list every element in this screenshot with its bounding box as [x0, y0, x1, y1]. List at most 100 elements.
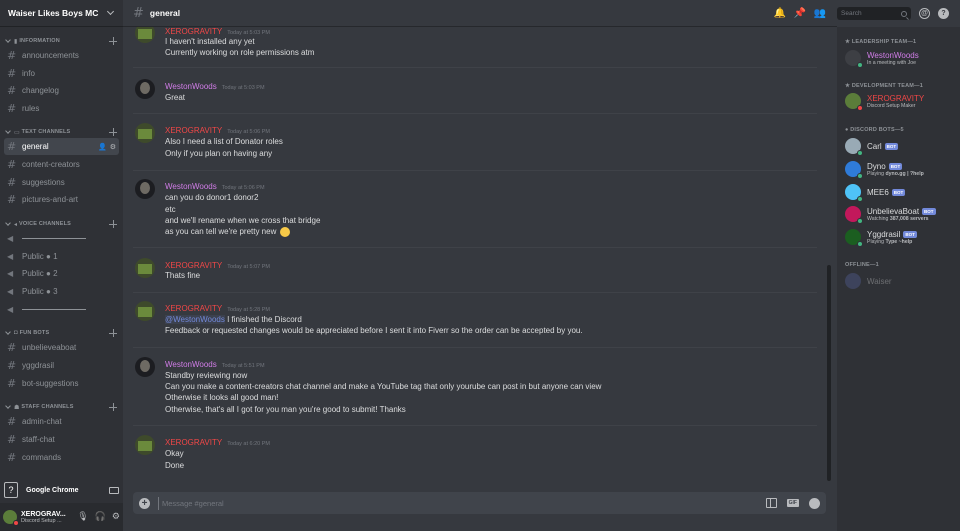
category-label: STAFF CHANNELS: [21, 404, 74, 410]
headphones-icon[interactable]: 🎧: [95, 512, 106, 522]
avatar[interactable]: [3, 510, 19, 526]
activity-label: Google Chrome: [26, 486, 79, 494]
avatar[interactable]: [135, 27, 155, 43]
channel-info[interactable]: # info: [4, 65, 119, 82]
add-channel-icon[interactable]: [109, 329, 117, 337]
upload-plus-icon[interactable]: +: [139, 497, 150, 509]
message-composer: + GIF: [133, 492, 826, 514]
microphone-icon[interactable]: 🎙: [77, 512, 88, 522]
channel-label: announcements: [22, 51, 79, 60]
author-name[interactable]: WestonWoods: [165, 360, 217, 369]
channel-general[interactable]: # general 👤 ⚙: [4, 138, 119, 155]
channel-yggdrasil[interactable]: # yggdrasil: [4, 357, 119, 374]
avatar[interactable]: [135, 357, 155, 377]
channel-changelog[interactable]: # changelog: [4, 82, 119, 99]
channel-label: info: [22, 69, 35, 78]
voice-channel-public-2[interactable]: ◀ Public ● 2: [4, 265, 119, 282]
member-name: XEROGRAVITY: [867, 93, 925, 103]
author-name[interactable]: XEROGRAVITY: [165, 438, 222, 447]
online-status-icon: [857, 196, 863, 202]
scrollbar-thumb[interactable]: [827, 265, 831, 481]
member-yggdrasil[interactable]: Yggdrasil BOT Playing Type ~help: [845, 227, 957, 247]
avatar[interactable]: [135, 123, 155, 143]
activity-prefix: Watching: [867, 215, 890, 222]
gif-button[interactable]: GIF: [786, 499, 799, 507]
screen-share-icon[interactable]: [109, 486, 119, 494]
category-voice-channels[interactable]: ◂ VOICE CHANNELS: [0, 217, 123, 231]
avatar[interactable]: [135, 79, 155, 99]
category-information[interactable]: ▮ INFORMATION: [0, 34, 123, 48]
chevron-down-icon[interactable]: [107, 9, 115, 17]
author-name[interactable]: XEROGRAVITY: [165, 261, 222, 270]
avatar[interactable]: [135, 435, 155, 455]
members-icon[interactable]: 👥: [814, 8, 826, 20]
channel-bot-suggestions[interactable]: # bot-suggestions: [4, 375, 119, 392]
server-header[interactable]: Waiser Likes Boys MC: [0, 0, 123, 27]
bell-icon[interactable]: 🔔: [774, 8, 786, 20]
member-westonwoods[interactable]: WestonWoods In a meeting with Joe: [845, 48, 957, 68]
gear-icon[interactable]: ⚙: [110, 143, 116, 151]
voice-channel-public-1[interactable]: ◀ Public ● 1: [4, 248, 119, 265]
user-mention[interactable]: @WestonWoods: [165, 315, 225, 324]
member-info: WestonWoods In a meeting with Joe: [867, 51, 919, 66]
search-icon: [901, 10, 907, 17]
category-staff-channels[interactable]: ☗ STAFF CHANNELS: [0, 400, 123, 414]
add-channel-icon[interactable]: [109, 403, 117, 411]
gift-icon[interactable]: [765, 498, 777, 508]
member-xerogravity[interactable]: XEROGRAVITY Discord Setup Maker: [845, 91, 957, 111]
author-name[interactable]: XEROGRAVITY: [165, 27, 222, 36]
gear-icon[interactable]: ⚙: [112, 512, 120, 522]
author-name[interactable]: WestonWoods: [165, 82, 217, 91]
invite-icon[interactable]: 👤: [98, 143, 107, 151]
message-scrollbar[interactable]: [826, 27, 832, 483]
channel-label: general: [22, 142, 49, 151]
emoji-picker-icon[interactable]: [809, 497, 820, 509]
author-name[interactable]: XEROGRAVITY: [165, 126, 222, 135]
voice-divider-top[interactable]: ◀: [4, 230, 119, 247]
help-icon[interactable]: ?: [938, 8, 949, 19]
channel-announcements[interactable]: # announcements: [4, 47, 119, 64]
message-line: Only if you plan on having any: [165, 149, 273, 158]
message-line: Can you make a content-creators chat cha…: [165, 382, 602, 391]
avatar: [845, 50, 863, 68]
member-waiser[interactable]: Waiser: [845, 271, 957, 291]
channel-admin-chat[interactable]: # admin-chat: [4, 413, 119, 430]
pin-icon[interactable]: 📌: [794, 8, 806, 20]
channel-unbelieveaboat[interactable]: # unbelieveaboat: [4, 339, 119, 356]
avatar[interactable]: [135, 179, 155, 199]
channel-content-creators[interactable]: # content-creators: [4, 156, 119, 173]
search-input[interactable]: Search: [837, 7, 911, 20]
avatar[interactable]: [135, 258, 155, 278]
add-channel-icon[interactable]: [109, 128, 117, 136]
activity-prefix: Playing: [867, 238, 886, 245]
add-channel-icon[interactable]: [109, 220, 117, 228]
member-mee6[interactable]: MEE6 BOT: [845, 182, 957, 202]
mentions-icon[interactable]: @: [919, 8, 930, 19]
channel-commands[interactable]: # commands: [4, 449, 119, 466]
author-name[interactable]: XEROGRAVITY: [165, 304, 222, 313]
channel-suggestions[interactable]: # suggestions: [4, 174, 119, 191]
message-input[interactable]: [162, 498, 766, 508]
category-text-channels[interactable]: ▭ TEXT CHANNELS: [0, 125, 123, 139]
member-carl[interactable]: Carl BOT: [845, 136, 957, 156]
author-name[interactable]: WestonWoods: [165, 182, 217, 191]
user-controls: 🎙 🎧 ⚙: [77, 512, 120, 522]
member-unbelievaboat[interactable]: UnbelievaBoat BOT Watching 387,008 server…: [845, 204, 957, 224]
avatar[interactable]: [135, 301, 155, 321]
hash-icon: #: [7, 341, 17, 354]
hash-icon: #: [7, 451, 17, 464]
category-emoji: ◘: [14, 330, 18, 336]
channel-pictures-and-art[interactable]: # pictures-and-art: [4, 191, 119, 208]
member-info: Yggdrasil BOT Playing Type ~help: [867, 230, 917, 245]
member-name: MEE6: [867, 187, 889, 197]
message-line-with-mention: @WestonWoods I finished the Discord: [165, 315, 302, 324]
channel-staff-chat[interactable]: # staff-chat: [4, 431, 119, 448]
add-channel-icon[interactable]: [109, 37, 117, 45]
voice-divider-bottom[interactable]: ◀: [4, 301, 119, 318]
channel-rules[interactable]: # rules: [4, 100, 119, 117]
voice-channel-public-3[interactable]: ◀ Public ● 3: [4, 283, 119, 300]
member-dyno[interactable]: Dyno BOT Playing dyno.gg | ?help: [845, 159, 957, 179]
question-icon[interactable]: ?: [4, 482, 18, 498]
category-fun-bots[interactable]: ◘ FUN BOTS: [0, 326, 123, 340]
channel-label: bot-suggestions: [22, 379, 79, 388]
